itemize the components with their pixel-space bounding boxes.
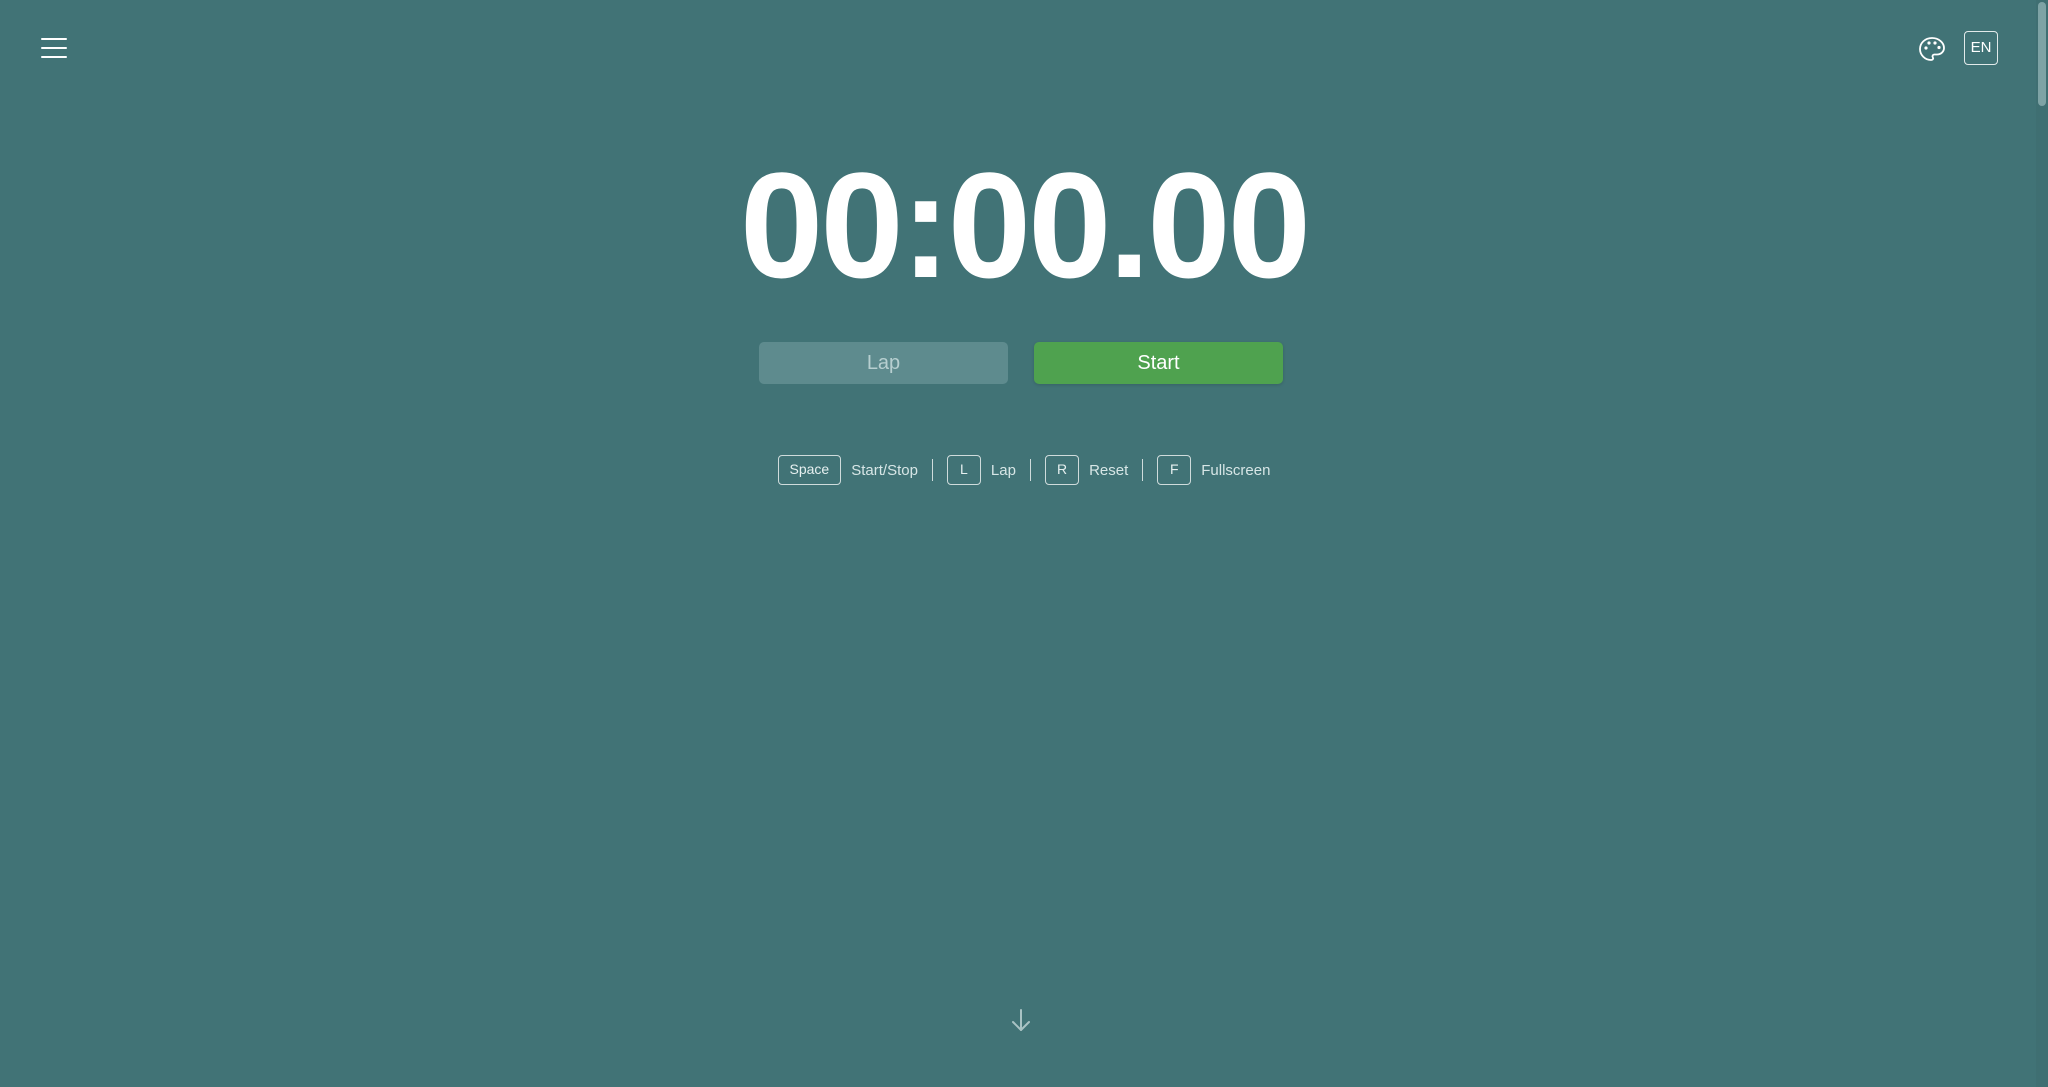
shortcut-divider: [1029, 459, 1031, 481]
scrollbar-thumb[interactable]: [2038, 2, 2046, 106]
shortcut-reset: R Reset: [1044, 455, 1129, 485]
page-scrollbar[interactable]: [2036, 0, 2048, 1087]
shortcut-lap: L Lap: [946, 455, 1016, 485]
shortcut-divider: [931, 459, 933, 481]
shortcut-label: Lap: [990, 461, 1016, 479]
shortcut-fullscreen: F Fullscreen: [1157, 455, 1270, 485]
shortcut-label: Reset: [1089, 461, 1129, 479]
shortcut-start-stop: Space Start/Stop: [777, 455, 918, 485]
stopwatch-page: EN 00:00.00 Lap Start Space Start/Stop L…: [0, 0, 2048, 1087]
shortcut-label: Fullscreen: [1201, 461, 1271, 479]
shortcut-divider: [1142, 459, 1144, 481]
shortcut-key: F: [1157, 455, 1192, 485]
shortcut-label: Start/Stop: [851, 461, 918, 479]
palette-icon[interactable]: [1916, 33, 1948, 65]
shortcut-key: L: [946, 455, 981, 485]
hamburger-menu-icon[interactable]: [36, 32, 72, 64]
keyboard-shortcuts: Space Start/Stop L Lap R Reset F Fullscr…: [0, 455, 2048, 485]
lap-button[interactable]: Lap: [759, 342, 1008, 384]
shortcut-key: Space: [777, 455, 842, 485]
start-button[interactable]: Start: [1034, 342, 1283, 384]
arrow-down-icon[interactable]: [1007, 1006, 1035, 1036]
language-button[interactable]: EN: [1964, 31, 1998, 65]
shortcut-key: R: [1044, 455, 1080, 485]
stopwatch-time-display: 00:00.00: [739, 141, 1311, 309]
